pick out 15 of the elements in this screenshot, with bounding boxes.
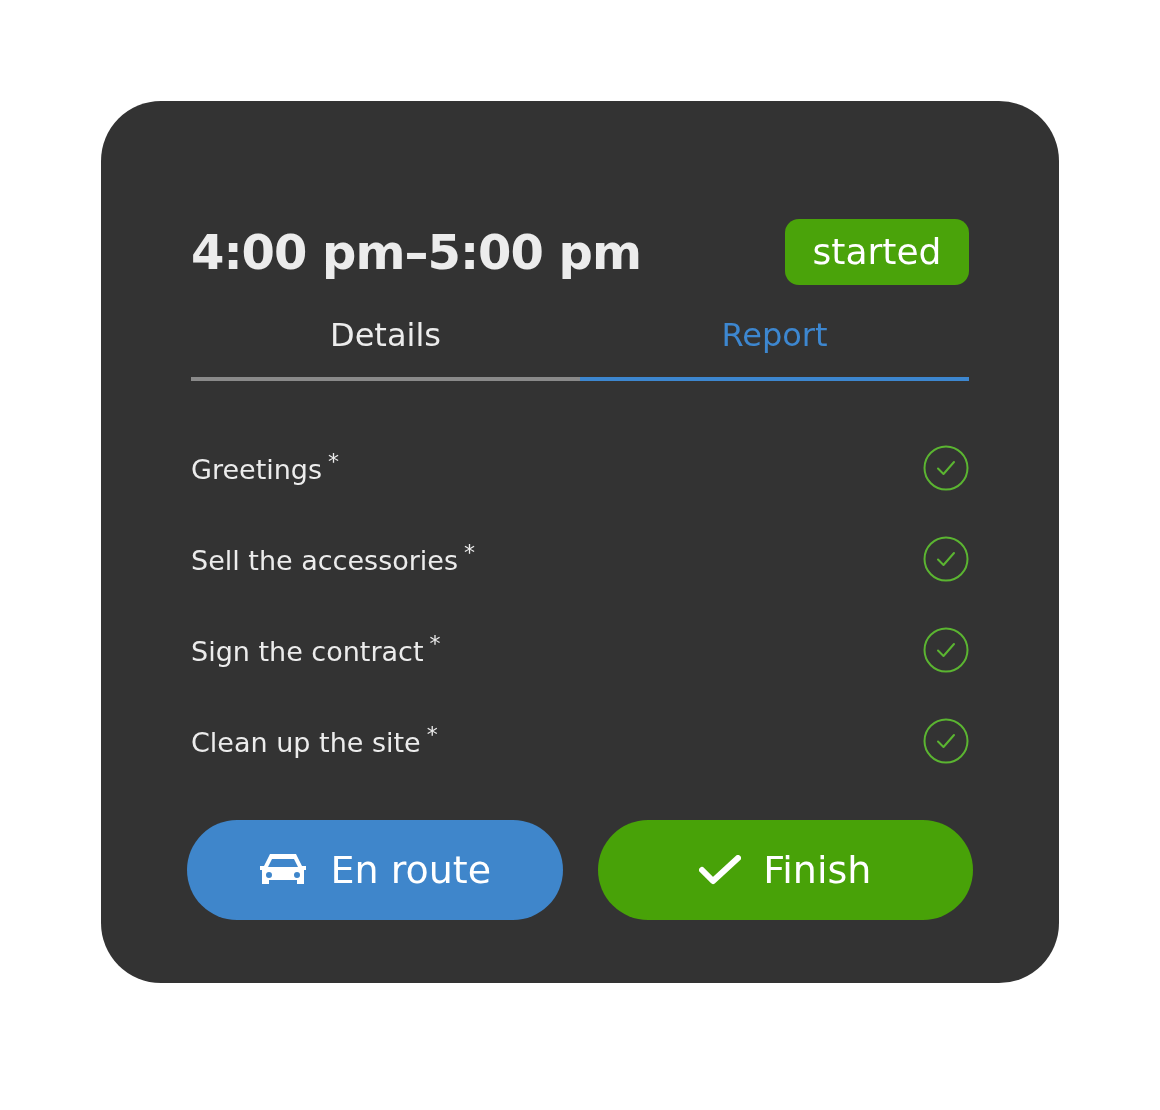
finish-button[interactable]: Finish [597, 820, 973, 920]
tab[interactable]: Report [580, 309, 969, 381]
task-label: Greetings $^{*}$ [191, 447, 340, 487]
checked-circle-icon[interactable] [923, 626, 969, 673]
time-range: 4:00 pm–5:00 pm [191, 223, 641, 282]
checked-circle-icon[interactable] [923, 717, 969, 764]
checked-circle-icon[interactable] [923, 535, 969, 582]
status-badge: started [785, 219, 969, 285]
task-label: Sell the accessories $^{*}$ [191, 538, 475, 578]
checked-circle-icon[interactable] [923, 444, 969, 491]
en-route-button[interactable]: En route [187, 820, 563, 920]
check-icon [699, 855, 742, 885]
tab[interactable]: Details [191, 309, 580, 381]
task-label: Clean up the site $^{*}$ [191, 720, 438, 760]
task-label: Sign the contract $^{*}$ [191, 629, 441, 669]
